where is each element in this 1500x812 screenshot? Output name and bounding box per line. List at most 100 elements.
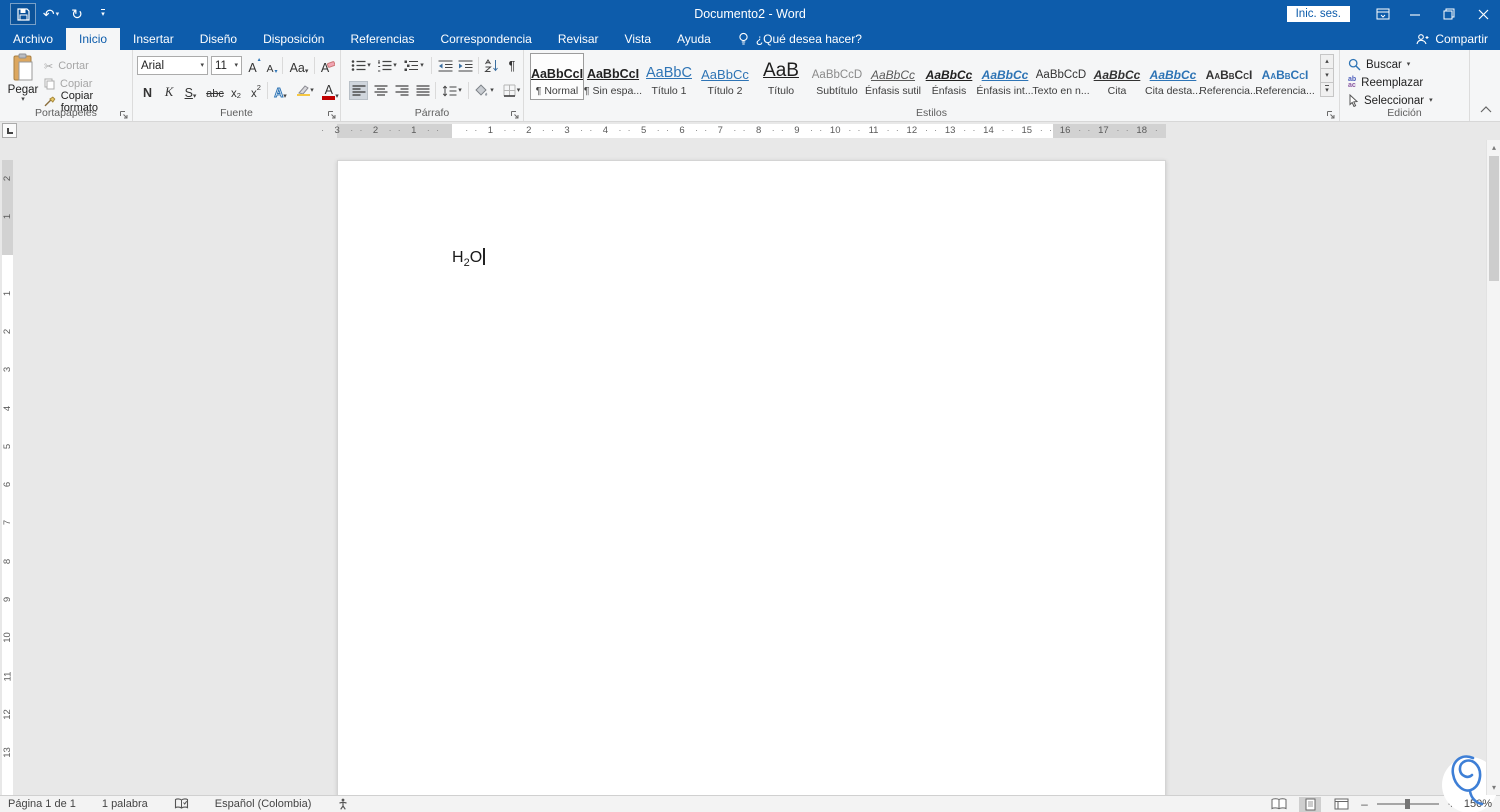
tell-me-box[interactable]: ¿Qué desea hacer?: [724, 28, 862, 50]
decrease-indent-button[interactable]: [436, 56, 454, 75]
tab-referencias[interactable]: Referencias: [337, 28, 427, 50]
tab-ayuda[interactable]: Ayuda: [664, 28, 724, 50]
styles-dialog-launcher[interactable]: [1326, 107, 1336, 117]
superscript-button[interactable]: x2: [247, 81, 265, 100]
style-item[interactable]: AaBbCcD Texto en n...: [1034, 53, 1088, 100]
tab-inicio[interactable]: Inicio: [66, 28, 120, 50]
change-case-button[interactable]: Aa▾: [286, 56, 312, 75]
underline-button[interactable]: S▾: [180, 81, 201, 100]
styles-scroll-up-button[interactable]: ▴: [1320, 54, 1334, 69]
show-paragraph-marks-button[interactable]: ¶: [504, 56, 520, 75]
style-item[interactable]: AaBbCcI Referencia...: [1202, 53, 1256, 100]
style-item[interactable]: AaBbCcI ¶ Normal: [530, 53, 584, 100]
style-item[interactable]: AaBbCcI ¶ Sin espa...: [586, 53, 640, 100]
align-left-button[interactable]: [349, 81, 368, 100]
tab-disposicion[interactable]: Disposición: [250, 28, 337, 50]
style-item[interactable]: AaBbCc Título 2: [698, 53, 752, 100]
font-dialog-launcher[interactable]: [327, 107, 337, 117]
italic-button[interactable]: K: [161, 81, 177, 100]
accessibility-status[interactable]: [337, 798, 349, 810]
sign-in-button[interactable]: Inic. ses.: [1287, 6, 1350, 22]
paste-button[interactable]: Pegar ▾: [5, 53, 41, 111]
numbering-button[interactable]: ▾: [375, 56, 399, 75]
close-button[interactable]: [1466, 0, 1500, 28]
tab-insertar[interactable]: Insertar: [120, 28, 187, 50]
styles-scroll-down-button[interactable]: ▾: [1320, 68, 1334, 83]
tab-revisar[interactable]: Revisar: [545, 28, 612, 50]
restore-button[interactable]: [1432, 0, 1466, 28]
grow-font-button[interactable]: A▴: [246, 56, 263, 75]
style-item[interactable]: AaB Título: [754, 53, 808, 100]
shrink-font-button[interactable]: A▾: [264, 56, 280, 75]
highlight-button[interactable]: ▾: [294, 81, 317, 100]
minimize-button[interactable]: [1398, 0, 1432, 28]
tab-selector[interactable]: [2, 123, 17, 138]
collapse-ribbon-button[interactable]: [1480, 100, 1492, 118]
scrollbar-thumb[interactable]: [1489, 156, 1499, 281]
scroll-up-button[interactable]: ▴: [1487, 140, 1500, 154]
paste-caret-icon[interactable]: ▾: [21, 96, 25, 103]
increase-indent-button[interactable]: [456, 56, 474, 75]
line-spacing-button[interactable]: ▾: [439, 81, 465, 100]
text-effects-button[interactable]: A▾: [270, 81, 291, 100]
document-text[interactable]: H2O: [452, 248, 485, 269]
style-item[interactable]: AaBbCc Cita: [1090, 53, 1144, 100]
cut-button[interactable]: ✂ Cortar: [44, 57, 132, 75]
borders-button[interactable]: ▾: [499, 81, 524, 100]
justify-button[interactable]: [413, 81, 432, 100]
style-item[interactable]: AaBbCcD Subtítulo: [810, 53, 864, 100]
style-name: Subtítulo: [816, 85, 857, 97]
print-layout-button[interactable]: [1299, 797, 1321, 812]
tab-diseno[interactable]: Diseño: [187, 28, 250, 50]
align-right-button[interactable]: [392, 81, 411, 100]
font-color-button[interactable]: A ▾: [320, 81, 341, 100]
language-indicator[interactable]: Español (Colombia): [215, 798, 312, 810]
bold-button[interactable]: N: [139, 81, 156, 100]
style-item[interactable]: AaBbC Título 1: [642, 53, 696, 100]
zoom-slider-thumb[interactable]: [1405, 799, 1410, 809]
clear-formatting-button[interactable]: A: [318, 56, 338, 75]
tab-correspondencia[interactable]: Correspondencia: [427, 28, 544, 50]
undo-button[interactable]: ↶▾: [40, 3, 62, 25]
save-button[interactable]: [10, 3, 36, 25]
customize-qat-button[interactable]: ▾: [92, 3, 114, 25]
zoom-in-button[interactable]: +: [1448, 797, 1455, 811]
styles-more-button[interactable]: ▾: [1320, 82, 1334, 97]
subscript-button[interactable]: x2: [227, 81, 245, 100]
bullets-button[interactable]: ▾: [349, 56, 373, 75]
find-button[interactable]: Buscar ▾: [1348, 56, 1410, 73]
page-indicator[interactable]: Página 1 de 1: [8, 798, 76, 810]
tab-archivo[interactable]: Archivo: [0, 28, 66, 50]
style-item[interactable]: AaBbCc Énfasis int...: [978, 53, 1032, 100]
clipboard-dialog-launcher[interactable]: [119, 107, 129, 117]
vertical-scrollbar[interactable]: ▴ ▾: [1486, 140, 1500, 795]
style-item[interactable]: AaBbCc Énfasis: [922, 53, 976, 100]
scroll-down-button[interactable]: ▾: [1487, 780, 1500, 794]
shading-button[interactable]: ▾: [472, 81, 497, 100]
paragraph-dialog-launcher[interactable]: [510, 107, 520, 117]
strikethrough-button[interactable]: abc: [205, 81, 225, 100]
style-item[interactable]: AaBbCc Énfasis sutil: [866, 53, 920, 100]
tab-vista[interactable]: Vista: [612, 28, 664, 50]
ruler-mark: 16: [1046, 122, 1084, 140]
sort-button[interactable]: [481, 56, 501, 75]
multilevel-list-button[interactable]: ▾: [401, 56, 427, 75]
style-item[interactable]: AaBbCc Cita desta...: [1146, 53, 1200, 100]
zoom-level[interactable]: 150%: [1464, 798, 1492, 810]
undo-caret-icon[interactable]: ▾: [56, 10, 60, 18]
redo-button[interactable]: ↻: [66, 3, 88, 25]
font-size-combo[interactable]: 11 ▾: [211, 56, 242, 75]
web-layout-button[interactable]: [1330, 797, 1352, 812]
word-count[interactable]: 1 palabra: [102, 798, 148, 810]
proofing-status[interactable]: [174, 798, 189, 810]
read-mode-button[interactable]: [1268, 797, 1290, 812]
replace-button[interactable]: abac Reemplazar: [1348, 74, 1423, 91]
zoom-out-button[interactable]: –: [1361, 797, 1368, 811]
document-page[interactable]: H2O: [337, 160, 1166, 795]
ribbon-display-options-button[interactable]: [1368, 0, 1398, 28]
zoom-slider[interactable]: [1377, 803, 1439, 805]
share-button[interactable]: Compartir: [1416, 28, 1488, 50]
align-center-button[interactable]: [371, 81, 390, 100]
font-family-combo[interactable]: Arial ▾: [137, 56, 208, 75]
style-item[interactable]: AaBbCcI Referencia...: [1258, 53, 1312, 100]
